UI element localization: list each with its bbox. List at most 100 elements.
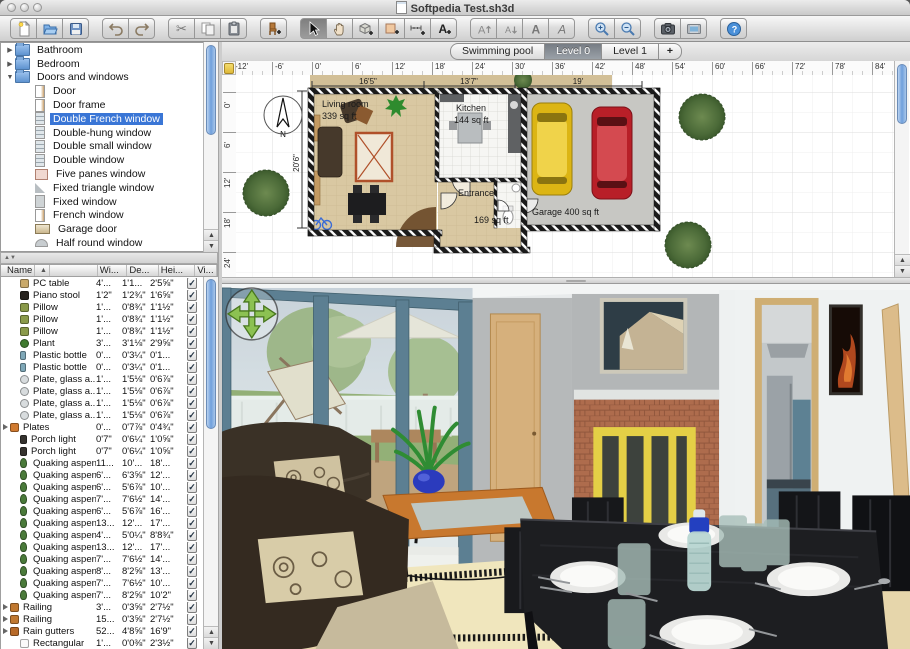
- chevron-right-icon[interactable]: [3, 424, 8, 430]
- table-row[interactable]: Plant3'...3'1⅛"2'9⅝"✓: [1, 337, 203, 349]
- visible-checkbox[interactable]: ✓: [187, 494, 197, 505]
- table-row[interactable]: Quaking aspen4'...5'0¼"8'8¾"✓: [1, 529, 203, 541]
- table-row[interactable]: Plates0'...0'7⅞"0'4¾"✓: [1, 421, 203, 433]
- visible-checkbox[interactable]: ✓: [187, 434, 197, 445]
- table-row[interactable]: Quaking aspen11...10'...18'...✓: [1, 457, 203, 469]
- create-walls-button[interactable]: [352, 18, 379, 39]
- visible-checkbox[interactable]: ✓: [187, 566, 197, 577]
- chevron-right-icon[interactable]: [3, 628, 8, 634]
- enlarge-text-button[interactable]: A: [470, 18, 497, 39]
- add-text-button[interactable]: A: [430, 18, 457, 39]
- chevron-right-icon[interactable]: ▶: [5, 46, 15, 54]
- table-row[interactable]: Plate, glass a...1'...1'5⅛"0'6⅞"✓: [1, 397, 203, 409]
- tab-level-0[interactable]: Level 0: [544, 43, 602, 60]
- chevron-right-icon[interactable]: [3, 604, 8, 610]
- table-row[interactable]: Quaking aspen7'...7'6½"14'...✓: [1, 493, 203, 505]
- tree-item-five-panes-window[interactable]: Five panes window: [1, 167, 217, 181]
- visible-checkbox[interactable]: ✓: [187, 590, 197, 601]
- save-button[interactable]: [62, 18, 89, 39]
- visible-checkbox[interactable]: ✓: [187, 350, 197, 361]
- zoom-out-button[interactable]: [614, 18, 641, 39]
- open-button[interactable]: [36, 18, 63, 39]
- tree-item-double-small-window[interactable]: Double small window: [1, 140, 217, 154]
- visible-checkbox[interactable]: ✓: [187, 326, 197, 337]
- tree-item-door[interactable]: Door: [1, 84, 217, 98]
- visible-checkbox[interactable]: ✓: [187, 314, 197, 325]
- table-row[interactable]: Plate, glass a...1'...1'5⅛"0'6⅞"✓: [1, 373, 203, 385]
- add-level-tab-button[interactable]: +: [658, 43, 682, 60]
- table-scrollbar-thumb[interactable]: [206, 279, 216, 429]
- horizontal-splitter[interactable]: [222, 277, 910, 284]
- table-row[interactable]: Rain gutters52...4'8⅝"16'9"✓: [1, 625, 203, 637]
- italic-button[interactable]: A: [548, 18, 575, 39]
- table-row[interactable]: Pillow1'...0'8¾"1'1½"✓: [1, 301, 203, 313]
- table-scroll-down-arrow[interactable]: ▼: [204, 637, 219, 649]
- visible-checkbox[interactable]: ✓: [187, 614, 197, 625]
- visible-checkbox[interactable]: ✓: [187, 446, 197, 457]
- tree-scrollbar-thumb[interactable]: [206, 45, 216, 135]
- visible-checkbox[interactable]: ✓: [187, 458, 197, 469]
- video-button[interactable]: [680, 18, 707, 39]
- plan-scrollbar[interactable]: ▲ ▼: [894, 61, 909, 277]
- furniture-catalog-tree[interactable]: ▶Bathroom▶Bedroom▼Doors and windowsDoorD…: [0, 42, 218, 252]
- column-header-visible[interactable]: Vi...: [195, 265, 217, 276]
- cut-button[interactable]: ✂: [168, 18, 195, 39]
- table-row[interactable]: Railing15...0'3⅝"2'7½"✓: [1, 613, 203, 625]
- table-row[interactable]: Plastic bottle0'...0'3¼"0'1...✓: [1, 361, 203, 373]
- floor-plan-canvas[interactable]: 16'5" 13'7" 19' 20'6": [236, 75, 894, 277]
- furniture-table[interactable]: PC table4'...1'1...2'5⅝"✓Piano stool1'2"…: [0, 277, 203, 649]
- table-row[interactable]: Quaking aspen6'...5'6⅞"10'...✓: [1, 481, 203, 493]
- table-row[interactable]: Quaking aspen13...12'...17'...✓: [1, 517, 203, 529]
- table-row[interactable]: Quaking aspen7'...7'6½"14'...✓: [1, 553, 203, 565]
- tree-item-double-hung-window[interactable]: Double-hung window: [1, 126, 217, 140]
- chevron-right-icon[interactable]: ▶: [5, 60, 15, 68]
- table-row[interactable]: Plate, glass a...1'...1'5⅛"0'6⅞"✓: [1, 409, 203, 421]
- table-row[interactable]: Quaking aspen6'...5'6⅞"16'...✓: [1, 505, 203, 517]
- new-home-button[interactable]: [10, 18, 37, 39]
- table-row[interactable]: Quaking aspen6'...6'3⅝"12'...✓: [1, 469, 203, 481]
- tree-item-doors-and-windows[interactable]: ▼Doors and windows: [1, 71, 217, 85]
- tree-item-double-french-window[interactable]: Double French window: [1, 112, 217, 126]
- plan-scrollbar-thumb[interactable]: [897, 64, 907, 124]
- create-dimensions-button[interactable]: [404, 18, 431, 39]
- chevron-down-icon[interactable]: ▼: [5, 74, 15, 81]
- visible-checkbox[interactable]: ✓: [187, 362, 197, 373]
- visible-checkbox[interactable]: ✓: [187, 374, 197, 385]
- visible-checkbox[interactable]: ✓: [187, 290, 197, 301]
- pan-button[interactable]: [326, 18, 353, 39]
- visible-checkbox[interactable]: ✓: [187, 506, 197, 517]
- visible-checkbox[interactable]: ✓: [187, 278, 197, 289]
- table-row[interactable]: PC table4'...1'1...2'5⅝"✓: [1, 277, 203, 289]
- tree-item-bedroom[interactable]: ▶Bedroom: [1, 57, 217, 71]
- visible-checkbox[interactable]: ✓: [187, 470, 197, 481]
- undo-button[interactable]: [102, 18, 129, 39]
- title-bar[interactable]: Softpedia Test.sh3d: [0, 0, 910, 16]
- reduce-text-button[interactable]: A: [496, 18, 523, 39]
- column-header-width[interactable]: Wi...: [98, 265, 128, 276]
- bold-button[interactable]: A: [522, 18, 549, 39]
- create-rooms-button[interactable]: [378, 18, 405, 39]
- table-row[interactable]: Rectangular1'...0'0⅜"2'3½"✓: [1, 637, 203, 649]
- help-button[interactable]: ?: [720, 18, 747, 39]
- chevron-right-icon[interactable]: [3, 616, 8, 622]
- furniture-table-header[interactable]: Name ▲ Wi... De... Hei... Vi...: [0, 264, 218, 277]
- table-row[interactable]: Quaking aspen7'...8'2⅝"10'2"✓: [1, 589, 203, 601]
- table-row[interactable]: Quaking aspen13...12'...17'...✓: [1, 541, 203, 553]
- table-row[interactable]: Plate, glass a...1'...1'5⅛"0'6⅞"✓: [1, 385, 203, 397]
- column-header-depth[interactable]: De...: [127, 265, 158, 276]
- select-button[interactable]: [300, 18, 327, 39]
- visible-checkbox[interactable]: ✓: [187, 638, 197, 649]
- table-row[interactable]: Quaking aspen7'...7'6½"10'...✓: [1, 577, 203, 589]
- visible-checkbox[interactable]: ✓: [187, 302, 197, 313]
- visible-checkbox[interactable]: ✓: [187, 578, 197, 589]
- tree-item-double-window[interactable]: Double window: [1, 153, 217, 167]
- table-row[interactable]: Pillow1'...0'8¾"1'1½"✓: [1, 313, 203, 325]
- plan-scroll-down-arrow[interactable]: ▼: [895, 265, 910, 277]
- paste-button[interactable]: [220, 18, 247, 39]
- view-3d[interactable]: [222, 284, 910, 649]
- redo-button[interactable]: [128, 18, 155, 39]
- table-row[interactable]: Pillow1'...0'8¾"1'1½"✓: [1, 325, 203, 337]
- visible-checkbox[interactable]: ✓: [187, 518, 197, 529]
- tree-item-door-frame[interactable]: Door frame: [1, 98, 217, 112]
- visible-checkbox[interactable]: ✓: [187, 410, 197, 421]
